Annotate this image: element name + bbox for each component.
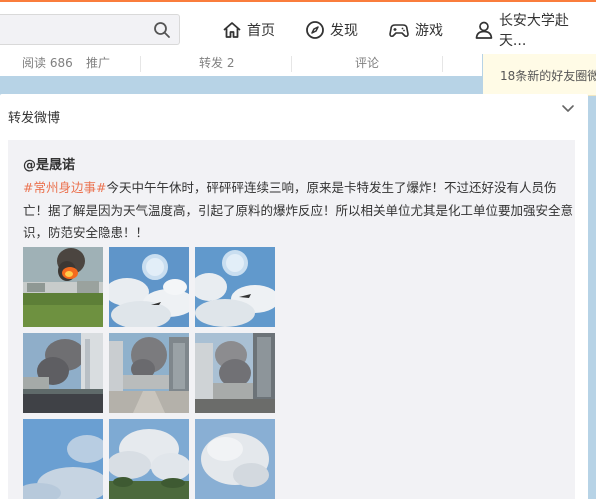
original-post: @是晟诺 #常州身边事#今天中午午休时，砰砰砰连续三响，原来是卡特发生了爆炸！不… — [8, 140, 575, 499]
topic-link[interactable]: #常州身边事# — [23, 180, 106, 195]
smoke-building-photo-2[interactable] — [195, 333, 275, 413]
nav-discover-label: 发现 — [330, 23, 358, 39]
chevron-down-icon[interactable] — [561, 101, 575, 115]
author-link[interactable]: @是晟诺 — [23, 154, 75, 173]
divider — [442, 56, 443, 72]
divider — [140, 56, 141, 72]
nav-user-label: 长安大学赴天... — [498, 13, 569, 49]
sky-sun-photo-1[interactable] — [109, 247, 189, 327]
nav-user[interactable]: 长安大学赴天... — [474, 13, 596, 49]
prev-card-actions: 阅读 686 推广 转发 2 评论 — [0, 54, 482, 76]
new-friend-posts-notice[interactable]: 18条新的好友圈微 — [483, 54, 596, 96]
repost-label: 转发微博 — [8, 111, 61, 126]
nav-discover[interactable]: 发现 — [305, 17, 358, 43]
gamepad-icon — [389, 24, 409, 38]
notice-text: 18条新的好友圈微 — [500, 69, 596, 83]
promote-button[interactable]: 推广 — [86, 54, 110, 76]
post-body: 今天中午午休时，砰砰砰连续三响，原来是卡特发生了爆炸！不过还好没有人员伤亡！据了… — [23, 180, 574, 240]
blue-sky-photo[interactable] — [23, 419, 103, 499]
search-input[interactable] — [0, 14, 180, 45]
smoke-street-photo[interactable] — [109, 333, 189, 413]
cloud-sky-photo-1[interactable] — [109, 419, 189, 499]
home-icon — [223, 22, 241, 38]
user-icon — [475, 21, 493, 39]
nav-home[interactable]: 首页 — [222, 17, 275, 43]
nav-games[interactable]: 游戏 — [388, 17, 443, 43]
comment-button[interactable]: 评论 — [355, 54, 379, 76]
explosion-field-photo[interactable] — [23, 247, 103, 327]
smoke-building-photo-1[interactable] — [23, 333, 103, 413]
sky-sun-photo-2[interactable] — [195, 247, 275, 327]
read-count: 阅读 686 — [22, 56, 73, 70]
compass-icon — [306, 21, 324, 39]
post-text: #常州身边事#今天中午午休时，砰砰砰连续三响，原来是卡特发生了爆炸！不过还好没有… — [23, 177, 573, 245]
repost-button[interactable]: 转发 2 — [199, 54, 234, 76]
nav-home-label: 首页 — [247, 23, 275, 39]
cloud-sky-photo-2[interactable] — [195, 419, 275, 499]
divider — [291, 56, 292, 72]
search-icon[interactable] — [153, 21, 171, 39]
nav-games-label: 游戏 — [415, 23, 443, 39]
repost-card: 转发微博 @是晟诺 #常州身边事#今天中午午休时，砰砰砰连续三响，原来是卡特发生… — [0, 94, 588, 499]
top-nav-bar: 首页 发现 游戏 长安大学赴天... — [0, 0, 596, 54]
